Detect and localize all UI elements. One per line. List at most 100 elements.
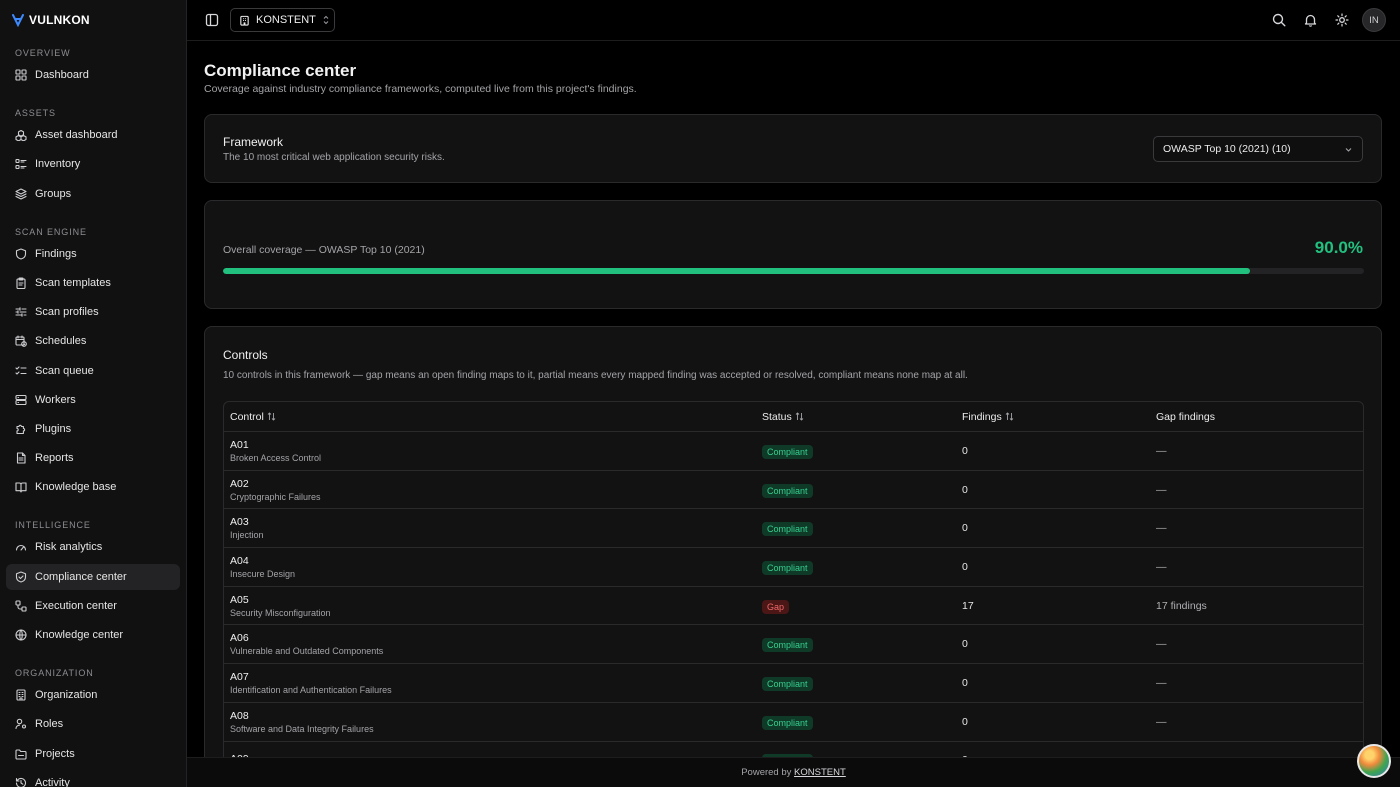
calendar-clock-icon: [15, 335, 27, 348]
table-row[interactable]: A03 Injection Compliant 0 —: [224, 509, 1363, 549]
sidebar-section-label: ASSETS: [15, 108, 56, 119]
sidebar-item-label: Knowledge center: [35, 629, 124, 641]
project-switcher[interactable]: KONSTENT: [230, 8, 335, 32]
footer-link[interactable]: KONSTENT: [794, 767, 846, 778]
control-name: Software and Data Integrity Failures: [230, 723, 374, 734]
grid-icon: [15, 69, 27, 81]
sidebar-item-organization[interactable]: Organization: [6, 682, 180, 708]
server-icon: [15, 394, 27, 406]
logo-icon: [11, 13, 25, 27]
control-header-label: Control: [230, 410, 264, 423]
sidebar-item-label: Knowledge base: [35, 481, 117, 494]
control-name: Insecure Design: [230, 568, 296, 579]
gap-findings-column-header: Gap findings: [1150, 411, 1363, 423]
table-row[interactable]: A08 Software and Data Integrity Failures C…: [224, 703, 1363, 742]
sidebar-item-workers[interactable]: Workers: [6, 387, 180, 413]
sidebar-item-label: Plugins: [35, 422, 72, 435]
sidebar-item-label: Scan templates: [35, 276, 111, 289]
search-icon[interactable]: [1272, 13, 1286, 27]
table-row[interactable]: A05 Security Misconfiguration Gap 17 17 find…: [224, 587, 1363, 626]
gap-findings-header-label: Gap findings: [1156, 410, 1215, 423]
control-id: A03: [230, 516, 249, 529]
sidebar-item-dashboard[interactable]: Dashboard: [6, 62, 180, 88]
sun-icon[interactable]: [1335, 13, 1349, 27]
table-row[interactable]: A06 Vulnerable and Outdated Components Com…: [224, 625, 1363, 665]
sidebar-item-knowledge-center[interactable]: Knowledge center: [6, 622, 180, 648]
clipboard-icon: [15, 277, 27, 289]
sidebar-item-projects[interactable]: Projects: [6, 741, 180, 767]
findings-count: 0: [962, 483, 968, 496]
findings-count: 17: [962, 599, 974, 612]
sidebar-item-groups[interactable]: Groups: [6, 181, 180, 207]
sidebar-section-label: ORGANIZATION: [15, 668, 94, 679]
gap-findings: —: [1156, 522, 1167, 535]
status-badge: Compliant: [762, 483, 813, 498]
sidebar-item-reports[interactable]: Reports: [6, 445, 180, 471]
sidebar-item-inventory[interactable]: Inventory: [6, 151, 180, 177]
gap-findings: —: [1156, 444, 1167, 457]
control-name: Injection: [230, 530, 264, 541]
framework-select-value: OWASP Top 10 (2021) (10): [1163, 143, 1291, 155]
gauge-icon: [15, 541, 27, 553]
controls-description: 10 controls in this framework — gap mean…: [223, 370, 968, 381]
sidebar-item-roles[interactable]: Roles: [6, 711, 180, 737]
brand[interactable]: VULNKON: [0, 0, 186, 40]
gap-findings: —: [1156, 715, 1167, 728]
framework-select[interactable]: OWASP Top 10 (2021) (10): [1153, 136, 1363, 162]
table-row[interactable]: A04 Insecure Design Compliant 0 —: [224, 548, 1363, 587]
findings-column-header[interactable]: Findings: [956, 411, 1150, 423]
assistant-avatar-button[interactable]: [1357, 744, 1391, 778]
sidebar-toggle-icon[interactable]: [205, 13, 219, 27]
sidebar-item-findings[interactable]: Findings: [6, 241, 180, 267]
sidebar-item-label: Groups: [35, 187, 72, 200]
sidebar-item-schedules[interactable]: Schedules: [6, 328, 180, 354]
avatar[interactable]: IN: [1362, 8, 1386, 32]
control-id: A06: [230, 632, 249, 645]
sidebar-item-label: Scan profiles: [35, 306, 99, 319]
sidebar-item-label: Organization: [35, 689, 98, 702]
page-title: Compliance center: [204, 61, 357, 80]
findings-count: 0: [962, 522, 968, 535]
control-id: A02: [230, 477, 249, 490]
control-name: Identification and Authentication Failur…: [230, 684, 392, 695]
sidebar-item-scan-templates[interactable]: Scan templates: [6, 270, 180, 296]
shield-check-icon: [15, 571, 27, 583]
control-name: Cryptographic Failures: [230, 491, 321, 502]
brand-name: VULNKON: [29, 13, 90, 27]
table-row[interactable]: A07 Identification and Authentication Fai…: [224, 664, 1363, 703]
coverage-progress-bar: [223, 268, 1364, 274]
sidebar-item-label: Reports: [35, 452, 74, 465]
sidebar-item-label: Projects: [35, 747, 75, 760]
coverage-value: 90.0%: [1314, 238, 1363, 257]
puzzle-icon: [15, 423, 27, 435]
status-badge: Compliant: [762, 638, 813, 653]
sidebar-item-label: Execution center: [35, 599, 117, 612]
chevrons-up-down-icon: [322, 15, 330, 25]
controls-card: Controls 10 controls in this framework —…: [204, 326, 1382, 757]
sidebar-item-asset-dashboard[interactable]: Asset dashboard: [6, 122, 180, 148]
findings-count: 0: [962, 715, 968, 728]
status-badge: Compliant: [762, 444, 813, 459]
sidebar-item-scan-profiles[interactable]: Scan profiles: [6, 299, 180, 325]
control-column-header[interactable]: Control: [224, 411, 756, 423]
sidebar-item-plugins[interactable]: Plugins: [6, 416, 180, 442]
sidebar-item-execution-center[interactable]: Execution center: [6, 593, 180, 619]
gap-findings[interactable]: 17 findings: [1150, 600, 1363, 612]
page-subtitle: Coverage against industry compliance fra…: [204, 83, 637, 95]
table-row[interactable]: A01 Broken Access Control Compliant 0 —: [224, 432, 1363, 471]
sidebar-item-activity[interactable]: Activity: [6, 770, 180, 787]
sidebar-item-label: Schedules: [35, 335, 87, 348]
table-row[interactable]: A02 Cryptographic Failures Compliant 0 —: [224, 471, 1363, 510]
bell-icon[interactable]: [1304, 13, 1317, 27]
table-row[interactable]: A09Compliant0: [224, 742, 1363, 757]
status-column-header[interactable]: Status: [756, 411, 956, 423]
sidebar-item-knowledge-base[interactable]: Knowledge base: [6, 474, 180, 500]
coverage-progress-fill: [223, 268, 1250, 274]
sidebar-item-risk-analytics[interactable]: Risk analytics: [6, 534, 180, 560]
sidebar-item-scan-queue[interactable]: Scan queue: [6, 358, 180, 384]
table-header: Control Status Findings Gap findings: [224, 402, 1363, 432]
controls-table: Control Status Findings Gap findings A01…: [223, 401, 1364, 757]
chevron-down-icon: [1344, 145, 1353, 154]
sidebar-item-compliance-center[interactable]: Compliance center: [6, 563, 180, 590]
status-badge: Compliant: [762, 676, 813, 691]
